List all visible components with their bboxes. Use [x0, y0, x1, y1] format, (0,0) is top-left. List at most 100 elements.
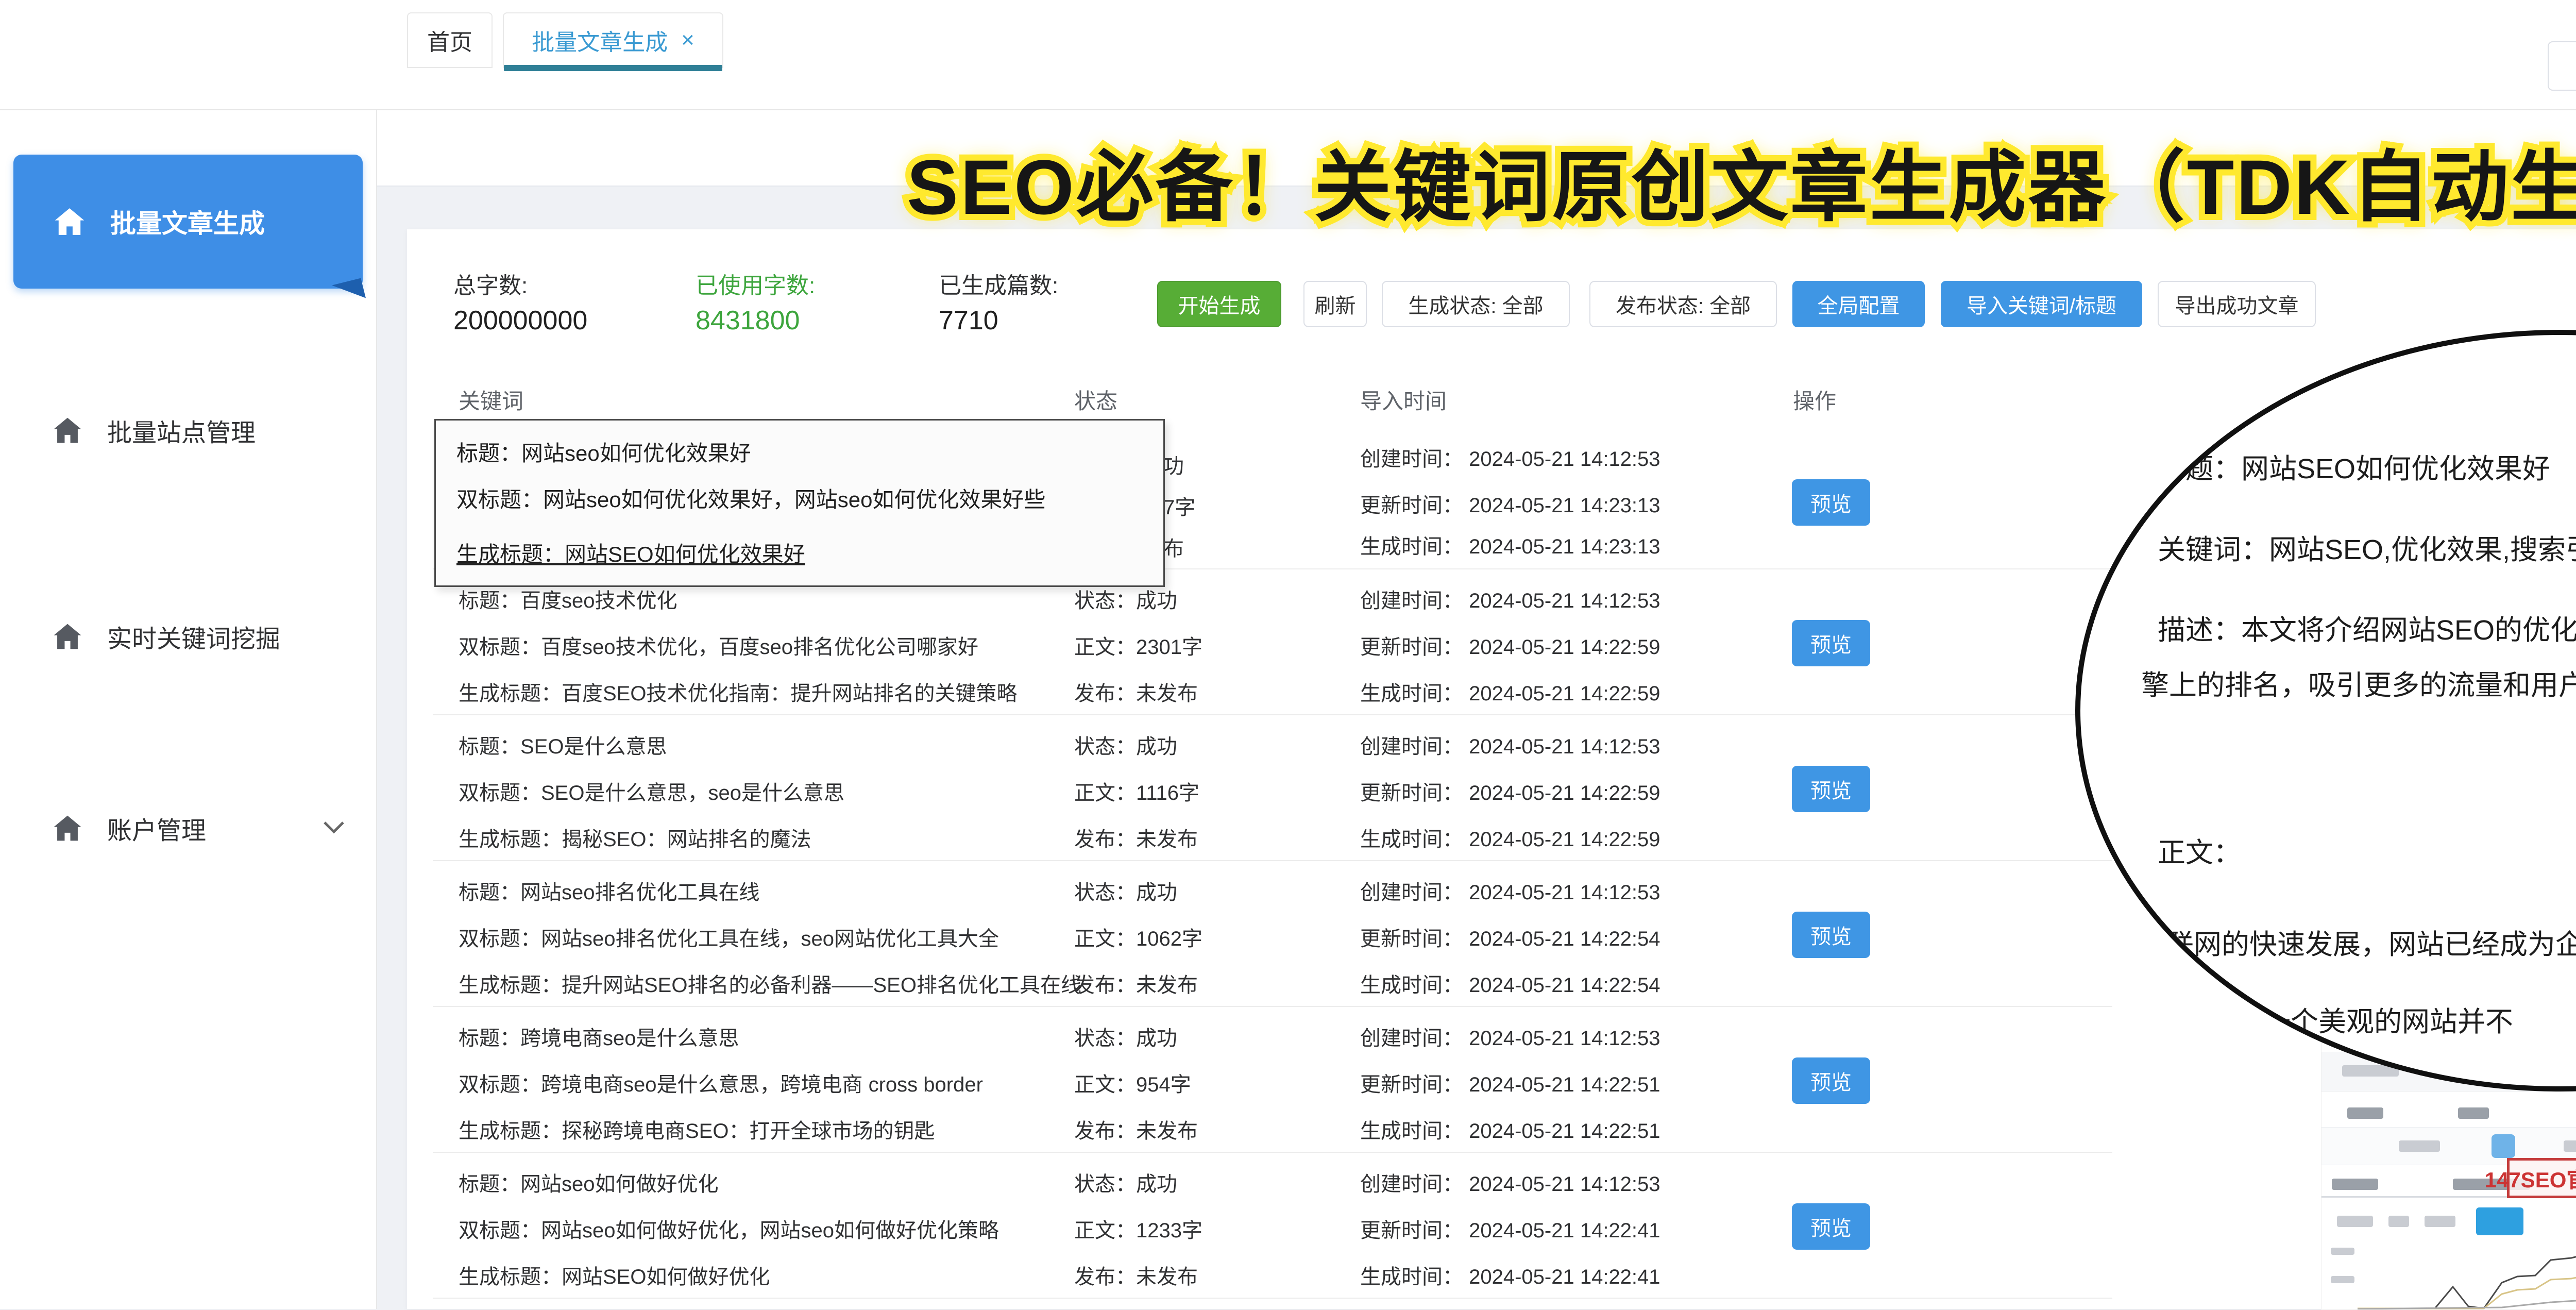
tab-strip — [377, 109, 2576, 187]
used-words-label: 已使用字数: — [696, 267, 815, 300]
close-icon[interactable]: × — [681, 27, 694, 53]
row-double-title: 双标题：SEO是什么意思，seo是什么意思 — [459, 776, 844, 806]
export-success-button[interactable]: 导出成功文章 — [2158, 281, 2316, 327]
paw-icon — [2492, 1134, 2515, 1158]
row-create-time: 创建时间： 2024-05-21 14:12:53 — [1360, 876, 1660, 905]
row-status: 状态：成功 — [1074, 1021, 1177, 1051]
preview-description-line1: 描述：本文将介绍网站SEO的优化方法，帮助您提升网 — [2158, 607, 2576, 648]
row-status-fragment: 7字 — [1163, 491, 1195, 520]
row-wordcount: 正文：1233字 — [1074, 1214, 1202, 1244]
sidebar-item-label: 批量文章生成 — [110, 203, 265, 240]
row-wordcount: 正文：1116字 — [1074, 776, 1199, 806]
import-keywords-button[interactable]: 导入关键词/标题 — [1941, 281, 2142, 327]
row-publish-status: 发布：未发布 — [1074, 1114, 1198, 1144]
row-double-title: 双标题：百度seo技术优化，百度seo排名优化公司哪家好 — [459, 630, 978, 660]
chart-head-label — [2337, 1216, 2373, 1227]
generated-count-label: 已生成篇数: — [939, 267, 1058, 300]
row-publish-status: 发布：未发布 — [1074, 822, 1198, 852]
row-generate-time: 生成时间： 2024-05-21 14:22:59 — [1360, 677, 1660, 707]
row-generated-title: 生成标题：探秘跨境电商SEO：打开全球市场的钥匙 — [459, 1114, 935, 1144]
chart-head-label — [2388, 1216, 2409, 1227]
case-stamp-text: 147SEO官网案例，收录和排名稳定上升！ — [2485, 1163, 2576, 1194]
preview-button[interactable]: 预览 — [1792, 766, 1870, 812]
preview-button[interactable]: 预览 — [1792, 620, 1870, 666]
generation-status-select[interactable]: 生成状态: 全部 — [1382, 281, 1570, 327]
preview-button[interactable]: 预览 — [1792, 1057, 1870, 1104]
col-header-action: 操作 — [1793, 384, 1836, 415]
tab-label: 首页 — [427, 24, 472, 57]
chart-head-label — [2425, 1216, 2455, 1227]
top-bar — [0, 0, 2576, 110]
case-icon-label — [2564, 1140, 2576, 1152]
title-tooltip: 标题：网站seo如何优化效果好 双标题：网站seo如何优化效果好，网站seo如何… — [434, 419, 1165, 587]
sidebar-item-batch-article-generation[interactable]: 批量文章生成 — [13, 155, 363, 289]
row-update-time: 更新时间： 2024-05-21 14:22:54 — [1360, 922, 1660, 952]
row-separator — [433, 1006, 2112, 1007]
preview-body-line1: 互联网的快速发展，网站已经成为企业 — [2138, 921, 2576, 962]
row-update-time: 更新时间： 2024-05-21 14:22:51 — [1360, 1068, 1660, 1098]
sidebar-item-realtime-keyword-mining[interactable]: 实时关键词挖掘 — [0, 603, 376, 670]
home-icon — [52, 414, 83, 446]
sidebar-item-account-management[interactable]: 账户管理 — [0, 795, 376, 862]
sidebar-active-fold — [332, 278, 366, 306]
sidebar-item-label: 实时关键词挖掘 — [107, 618, 280, 654]
chart-filter-button[interactable] — [2476, 1207, 2523, 1235]
row-create-time: 创建时间： 2024-05-21 14:12:53 — [1360, 442, 1660, 472]
y-tick — [2331, 1248, 2354, 1255]
row-status-fragment: 功 — [1163, 449, 1184, 479]
row-status: 状态：成功 — [1074, 1167, 1177, 1197]
total-words-value: 200000000 — [453, 305, 587, 336]
preview-body-label: 正文： — [2158, 830, 2241, 870]
row-create-time: 创建时间： 2024-05-21 14:12:53 — [1360, 1021, 1660, 1051]
row-generate-time: 生成时间： 2024-05-21 14:22:54 — [1360, 968, 1660, 998]
global-config-button[interactable]: 全局配置 — [1792, 281, 1925, 327]
sidebar-item-batch-site-management[interactable]: 批量站点管理 — [0, 397, 376, 464]
row-update-time: 更新时间： 2024-05-21 14:22:41 — [1360, 1214, 1660, 1244]
preview-description-line2: 擎上的排名，吸引更多的流量和用户。 — [2141, 662, 2576, 703]
row-update-time: 更新时间： 2024-05-21 14:22:59 — [1360, 630, 1660, 660]
row-generate-time: 生成时间： 2024-05-21 14:22:59 — [1360, 822, 1660, 852]
row-update-time: 更新时间： 2024-05-21 14:23:13 — [1360, 489, 1660, 518]
row-create-time: 创建时间： 2024-05-21 14:12:53 — [1360, 1167, 1660, 1197]
col-header-import-time: 导入时间 — [1360, 384, 1447, 415]
row-wordcount: 正文：954字 — [1074, 1068, 1191, 1098]
preview-button[interactable]: 预览 — [1792, 479, 1870, 526]
row-publish-status: 发布：未发布 — [1074, 1260, 1198, 1290]
row-generated-title: 生成标题：提升网站SEO排名的必备利器——SEO排名优化工具在线 — [459, 968, 1081, 998]
home-icon — [52, 620, 83, 652]
row-title: 标题：网站seo如何做好优化 — [459, 1167, 719, 1197]
tab-batch-article-generation[interactable]: 批量文章生成 × — [503, 12, 723, 68]
tooltip-double-title: 双标题：网站seo如何优化效果好，网站seo如何优化效果好些 — [456, 482, 1045, 514]
start-generation-button[interactable]: 开始生成 — [1157, 281, 1281, 327]
col-header-keyword: 关键词 — [459, 384, 523, 415]
publish-status-value: 发布状态: 全部 — [1616, 289, 1751, 319]
case-value — [2458, 1107, 2489, 1119]
row-double-title: 双标题：跨境电商seo是什么意思，跨境电商 cross border — [459, 1068, 983, 1098]
row-create-time: 创建时间： 2024-05-21 14:12:53 — [1360, 730, 1660, 760]
total-words-label: 总字数: — [453, 267, 528, 300]
row-separator — [433, 860, 2112, 861]
tab-active-underline — [504, 65, 722, 71]
preview-body-line2: 有一个美观的网站并不 — [2235, 999, 2513, 1039]
generation-status-value: 生成状态: 全部 — [1408, 289, 1543, 319]
case-value — [2347, 1107, 2383, 1119]
tutorial-button[interactable]: 使用教程 — [2548, 41, 2576, 91]
row-separator — [433, 714, 2112, 715]
row-update-time: 更新时间： 2024-05-21 14:22:59 — [1360, 776, 1660, 806]
preview-button[interactable]: 预览 — [1792, 912, 1870, 958]
row-title: 标题：网站seo排名优化工具在线 — [459, 876, 760, 905]
publish-status-select[interactable]: 发布状态: 全部 — [1589, 281, 1777, 327]
preview-keywords: 关键词：网站SEO,优化效果,搜索引擎排名,流量,用户 — [2158, 527, 2576, 567]
case-icon-label — [2399, 1140, 2440, 1152]
row-separator — [433, 1152, 2112, 1153]
row-generated-title: 生成标题：百度SEO技术优化指南：提升网站排名的关键策略 — [459, 677, 1017, 707]
refresh-button[interactable]: 刷新 — [1303, 281, 1367, 327]
row-title: 标题：SEO是什么意思 — [459, 730, 667, 760]
row-status: 状态：成功 — [1074, 876, 1177, 905]
row-title: 标题：百度seo技术优化 — [459, 584, 677, 614]
sidebar-item-label: 账户管理 — [107, 810, 206, 846]
preview-button[interactable]: 预览 — [1792, 1203, 1870, 1250]
row-double-title: 双标题：网站seo如何做好优化，网站seo如何做好优化策略 — [459, 1214, 999, 1244]
row-publish-status: 发布：未发布 — [1074, 677, 1198, 707]
tab-home[interactable]: 首页 — [407, 12, 493, 68]
